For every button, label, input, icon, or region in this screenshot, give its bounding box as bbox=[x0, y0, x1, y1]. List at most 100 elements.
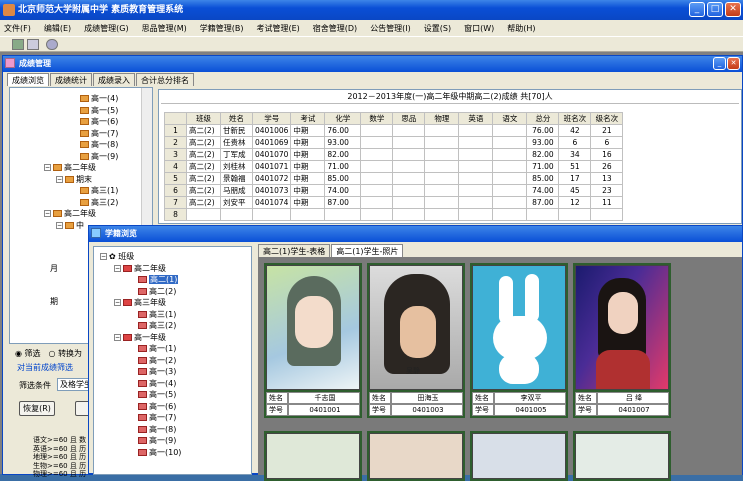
tab-score-browse[interactable]: 成绩浏览 bbox=[7, 73, 49, 86]
table-cell[interactable]: 26 bbox=[590, 160, 624, 173]
menu-settings[interactable]: 设置(S) bbox=[424, 23, 451, 34]
table-cell[interactable]: 甘新民 bbox=[220, 124, 253, 137]
tree-item[interactable]: 高三(2) bbox=[94, 320, 251, 332]
table-cell[interactable] bbox=[360, 148, 394, 161]
table-cell[interactable]: 高二(2) bbox=[186, 124, 221, 137]
menu-window[interactable]: 窗口(W) bbox=[464, 23, 494, 34]
table-cell[interactable] bbox=[492, 124, 528, 137]
table-cell[interactable] bbox=[392, 208, 426, 221]
col-header[interactable]: 总分 bbox=[526, 112, 560, 125]
tree-item[interactable]: 高一(7) bbox=[94, 412, 251, 424]
collapse-icon[interactable]: − bbox=[44, 164, 51, 171]
table-row[interactable]: 5 高二(2) 景翰福 0401072 中期 85.00 85.00 17 13 bbox=[164, 172, 624, 185]
table-cell[interactable]: 中期 bbox=[290, 160, 326, 173]
table-cell[interactable]: 23 bbox=[590, 184, 624, 197]
table-cell[interactable] bbox=[392, 184, 426, 197]
col-header[interactable]: 物理 bbox=[424, 112, 460, 125]
table-cell[interactable]: 51 bbox=[558, 160, 592, 173]
student-photo[interactable] bbox=[266, 433, 360, 479]
table-cell[interactable]: 中期 bbox=[290, 184, 326, 197]
table-cell[interactable]: 12 bbox=[558, 196, 592, 209]
tree-item[interactable]: 高一(4) bbox=[94, 378, 251, 390]
table-cell[interactable] bbox=[392, 160, 426, 173]
table-cell[interactable]: 0401069 bbox=[251, 136, 292, 149]
tree-item[interactable]: − 期末 bbox=[10, 174, 152, 186]
table-cell[interactable]: 13 bbox=[590, 172, 624, 185]
filter-link[interactable]: 对当前成绩筛选 bbox=[17, 362, 73, 373]
table-cell[interactable]: 高二(2) bbox=[186, 172, 221, 185]
table-cell[interactable] bbox=[360, 184, 394, 197]
table-cell[interactable]: 11 bbox=[590, 196, 624, 209]
table-cell[interactable] bbox=[458, 148, 494, 161]
table-cell[interactable] bbox=[360, 208, 394, 221]
table-cell[interactable]: 高二(2) bbox=[186, 184, 221, 197]
table-cell[interactable] bbox=[424, 160, 460, 173]
tree-item[interactable]: 高一(4) bbox=[10, 93, 152, 105]
collapse-icon[interactable]: − bbox=[100, 253, 107, 260]
table-cell[interactable]: 丁军成 bbox=[220, 148, 253, 161]
table-cell[interactable] bbox=[324, 208, 362, 221]
menu-records[interactable]: 学籍管理(B) bbox=[200, 23, 244, 34]
tree-item[interactable]: − 高三年级 bbox=[94, 297, 251, 309]
student-photo[interactable] bbox=[575, 433, 669, 479]
table-cell[interactable] bbox=[424, 208, 460, 221]
table-cell[interactable]: 高二(2) bbox=[186, 148, 221, 161]
table-cell[interactable] bbox=[492, 160, 528, 173]
menu-dorm[interactable]: 宿舍管理(D) bbox=[313, 23, 357, 34]
table-row[interactable]: 2 高二(2) 任贵林 0401069 中期 93.00 93.00 6 6 bbox=[164, 136, 624, 149]
tree-item[interactable]: 高一(6) bbox=[94, 401, 251, 413]
col-header[interactable]: 英语 bbox=[458, 112, 494, 125]
menu-edit[interactable]: 编辑(E) bbox=[44, 23, 71, 34]
col-header[interactable]: 思品 bbox=[392, 112, 426, 125]
table-cell[interactable]: 中期 bbox=[290, 172, 326, 185]
table-cell[interactable] bbox=[424, 184, 460, 197]
student-photo[interactable]: 吴静 bbox=[369, 265, 463, 390]
col-header[interactable]: 班名次 bbox=[558, 112, 592, 125]
table-cell[interactable] bbox=[392, 136, 426, 149]
tab-score-entry[interactable]: 成绩录入 bbox=[93, 73, 135, 86]
table-cell[interactable] bbox=[458, 124, 494, 137]
reset-button[interactable]: 恢复(R) bbox=[19, 401, 55, 416]
table-cell[interactable]: 21 bbox=[590, 124, 624, 137]
table-cell[interactable] bbox=[424, 124, 460, 137]
col-header[interactable]: 考试 bbox=[290, 112, 326, 125]
table-cell[interactable] bbox=[392, 172, 426, 185]
preview-icon[interactable] bbox=[27, 39, 39, 50]
table-cell[interactable]: 93.00 bbox=[324, 136, 362, 149]
table-row[interactable]: 6 高二(2) 马朋成 0401073 中期 74.00 74.00 45 23 bbox=[164, 184, 624, 197]
col-header[interactable]: 数学 bbox=[360, 112, 394, 125]
tree-item[interactable]: 高一(7) bbox=[10, 128, 152, 140]
tree-item[interactable]: − 高二年级 bbox=[94, 263, 251, 275]
table-cell[interactable]: 高二(2) bbox=[186, 196, 221, 209]
student-photo[interactable] bbox=[472, 265, 566, 390]
table-cell[interactable] bbox=[458, 196, 494, 209]
col-header[interactable]: 姓名 bbox=[220, 112, 253, 125]
refresh-icon[interactable] bbox=[46, 39, 58, 50]
tab-student-photos[interactable]: 高二(1)学生-照片 bbox=[331, 244, 404, 257]
table-cell[interactable] bbox=[186, 208, 221, 221]
collapse-icon[interactable]: − bbox=[114, 264, 121, 272]
tree-item[interactable]: 高二(2) bbox=[94, 286, 251, 298]
student-card[interactable]: 吴静 姓名 田海玉 学号 0401003 bbox=[367, 263, 465, 418]
table-cell[interactable] bbox=[492, 208, 528, 221]
table-cell[interactable]: 0401072 bbox=[251, 172, 292, 185]
table-cell[interactable] bbox=[424, 172, 460, 185]
table-row[interactable]: 3 高二(2) 丁军成 0401070 中期 82.00 82.00 34 16 bbox=[164, 148, 624, 161]
table-cell[interactable] bbox=[392, 148, 426, 161]
menu-notice[interactable]: 公告管理(I) bbox=[370, 23, 411, 34]
table-cell[interactable]: 高二(2) bbox=[186, 136, 221, 149]
table-cell[interactable] bbox=[360, 136, 394, 149]
table-cell[interactable]: 42 bbox=[558, 124, 592, 137]
filter-condition-select[interactable]: 及格学生 bbox=[57, 378, 89, 391]
table-cell[interactable]: 45 bbox=[558, 184, 592, 197]
collapse-icon[interactable]: − bbox=[56, 221, 63, 229]
collapse-icon[interactable]: − bbox=[44, 210, 51, 217]
student-card[interactable]: 姓名 李双平 学号 0401005 bbox=[470, 263, 568, 418]
col-header[interactable]: 化学 bbox=[324, 112, 362, 125]
table-cell[interactable]: 刘安平 bbox=[220, 196, 253, 209]
table-cell[interactable] bbox=[492, 172, 528, 185]
tree-item[interactable]: 高一(6) bbox=[10, 116, 152, 128]
tree-item[interactable]: 高三(2) bbox=[10, 197, 152, 209]
table-cell[interactable]: 任贵林 bbox=[220, 136, 253, 149]
table-cell[interactable]: 16 bbox=[590, 148, 624, 161]
